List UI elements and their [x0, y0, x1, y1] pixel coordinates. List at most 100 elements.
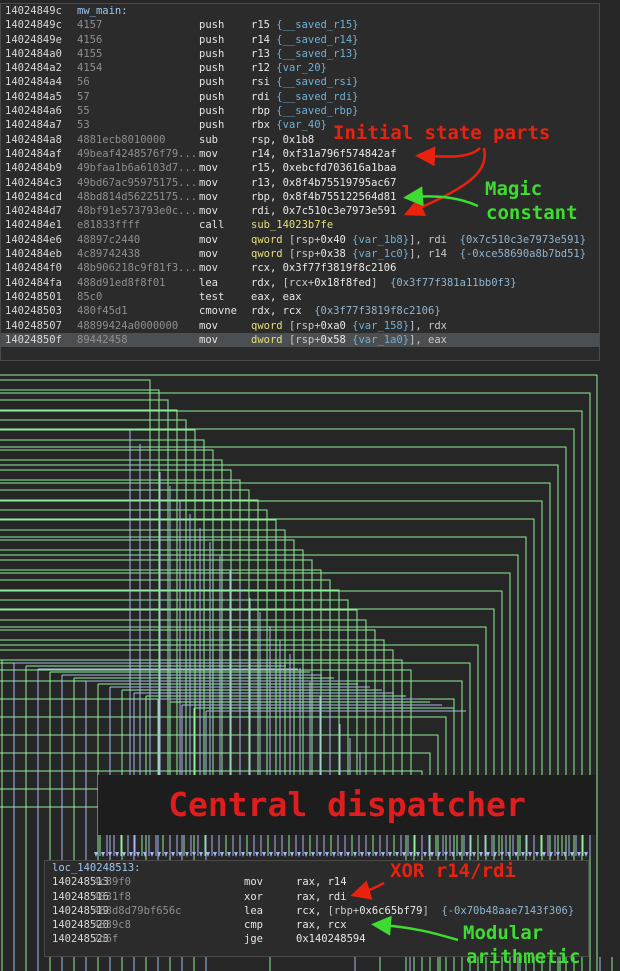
instruction-mnemonic[interactable]: push	[199, 75, 224, 89]
instruction-mnemonic[interactable]: mov	[244, 875, 263, 889]
operand-token[interactable]: {0x3f77f3819f8c2106}	[314, 305, 440, 317]
operand-token[interactable]: [rcx+	[283, 277, 315, 289]
instruction-operands[interactable]: rax, rdi	[296, 890, 347, 904]
instruction-mnemonic[interactable]: push	[199, 47, 224, 61]
operand-token[interactable]: [rbp+	[328, 905, 360, 917]
disasm-line[interactable]: 1402484b9 49bfaa1b6a6103d7... mov r15, 0xeb…	[1, 161, 599, 175]
instruction-operands[interactable]: r13 {__saved_r13}	[251, 47, 358, 61]
operand-token[interactable]: dword	[251, 334, 289, 346]
disasm-line[interactable]: 1402484a5 57 push rdi {__saved_rdi}	[1, 90, 599, 104]
instruction-operands[interactable]: rcx, 0x3f77f3819f8c2106	[251, 261, 396, 275]
operand-token[interactable]: rdx,	[251, 277, 283, 289]
instruction-address[interactable]: 1402484eb	[5, 247, 62, 261]
operand-token[interactable]: 0x1b8	[283, 134, 315, 146]
operand-token[interactable]: 0x6c65bf79	[359, 905, 422, 917]
disasm-line[interactable]: 1402484a2 4154 push r12 {var_20}	[1, 61, 599, 75]
instruction-mnemonic[interactable]: push	[199, 90, 224, 104]
instruction-operands[interactable]: rdx, [rcx+0x18f8fed] {0x3f77f381a11bb0f3…	[251, 276, 517, 290]
instruction-address[interactable]: 1402484a7	[5, 118, 62, 132]
instruction-address[interactable]: 140248501	[5, 290, 62, 304]
operand-token[interactable]: {0x7c510c3e7973e591}	[460, 234, 586, 246]
operand-token[interactable]: rdx, rcx	[251, 305, 314, 317]
disasm-line[interactable]: 140248503 480f45d1 cmovne rdx, rcx {0x3f77f…	[1, 304, 599, 318]
operand-token[interactable]: rax, rcx	[296, 919, 347, 931]
operand-token[interactable]: eax, eax	[251, 291, 302, 303]
disasm-line[interactable]: 1402484a4 56 push rsi {__saved_rsi}	[1, 75, 599, 89]
instruction-operands[interactable]: rsi {__saved_rsi}	[251, 75, 358, 89]
operand-token[interactable]: {__saved_r14}	[276, 34, 358, 46]
instruction-mnemonic[interactable]: push	[199, 18, 224, 32]
instruction-mnemonic[interactable]: mov	[199, 204, 218, 218]
disasm-line[interactable]: 140248519 488d8d79bf656c lea rcx, [rbp+0x6c…	[45, 904, 588, 918]
instruction-address[interactable]: 1402484af	[5, 147, 62, 161]
operand-token[interactable]: r13	[251, 48, 276, 60]
operand-token[interactable]: {var_40}	[276, 119, 327, 131]
instruction-address[interactable]: 1402484f0	[5, 261, 62, 275]
operand-token[interactable]: rcx,	[251, 262, 283, 274]
instruction-operands[interactable]: r15, 0xebcfd703616a1baa	[251, 161, 396, 175]
operand-token[interactable]: 0x58	[321, 334, 353, 346]
instruction-operands[interactable]: qword [rsp+0xa0 {var_158}], rdx	[251, 319, 447, 333]
disasm-line[interactable]: 14024849c 4157 push r15 {__saved_r15}	[1, 18, 599, 32]
disasm-line[interactable]: 1402484eb 4c89742438 mov qword [rsp+0x38 {v…	[1, 247, 599, 261]
instruction-address[interactable]: 1402484a0	[5, 47, 62, 61]
instruction-operands[interactable]: rdx, rcx {0x3f77f3819f8c2106}	[251, 304, 441, 318]
instruction-address[interactable]: 14024850f	[5, 333, 62, 347]
instruction-operands[interactable]: rax, r14	[296, 875, 347, 889]
instruction-address[interactable]: 14024849c	[5, 4, 62, 18]
operand-token[interactable]: 0x8f4b755122564d81	[283, 191, 397, 203]
operand-token[interactable]: {var_1a0}	[352, 334, 409, 346]
instruction-mnemonic[interactable]: lea	[244, 904, 263, 918]
instruction-mnemonic[interactable]: push	[199, 61, 224, 75]
operand-token[interactable]: {__saved_r15}	[276, 19, 358, 31]
instruction-mnemonic[interactable]: mov	[199, 233, 218, 247]
operand-token[interactable]: 0x18f8fed	[314, 277, 371, 289]
operand-token[interactable]: 0x38	[321, 248, 353, 260]
operand-token[interactable]: rax, rdi	[296, 891, 347, 903]
operand-token[interactable]: {0x3f77f381a11bb0f3}	[390, 277, 516, 289]
operand-token[interactable]: r14	[251, 34, 276, 46]
operand-token[interactable]: r13,	[251, 177, 283, 189]
instruction-mnemonic[interactable]: push	[199, 104, 224, 118]
operand-token[interactable]: 0xebcfd703616a1baa	[283, 162, 397, 174]
instruction-operands[interactable]: rcx, [rbp+0x6c65bf79] {-0x70b48aae7143f3…	[296, 904, 574, 918]
operand-token[interactable]: {__saved_rbp}	[276, 105, 358, 117]
disasm-line[interactable]: 14024849c mw_main:	[1, 4, 599, 18]
operand-token[interactable]: ]	[371, 277, 390, 289]
instruction-address[interactable]: 1402484b9	[5, 161, 62, 175]
instruction-mnemonic[interactable]: cmovne	[199, 304, 237, 318]
instruction-mnemonic[interactable]: cmp	[244, 918, 263, 932]
disasm-line[interactable]: 1402484a0 4155 push r13 {__saved_r13}	[1, 47, 599, 61]
operand-token[interactable]: rsp,	[251, 134, 283, 146]
instruction-address[interactable]: 1402484c3	[5, 176, 62, 190]
instruction-address[interactable]: 1402484d7	[5, 204, 62, 218]
operand-token[interactable]: 0xf31a796f574842af	[283, 148, 397, 160]
operand-token[interactable]: [rsp+	[289, 248, 321, 260]
operand-token[interactable]: rdi	[251, 91, 276, 103]
operand-token[interactable]: {-0xce58690a8b7bd51}	[460, 248, 586, 260]
operand-token[interactable]: ], rdx	[409, 320, 447, 332]
instruction-operands[interactable]: rdi {__saved_rdi}	[251, 90, 358, 104]
instruction-address[interactable]: 1402484fa	[5, 276, 62, 290]
operand-token[interactable]: [rsp+	[289, 320, 321, 332]
operand-token[interactable]: rdi,	[251, 205, 283, 217]
instruction-mnemonic[interactable]: lea	[199, 276, 218, 290]
operand-token[interactable]: r14,	[251, 148, 283, 160]
instruction-operands[interactable]: rsp, 0x1b8	[251, 133, 314, 147]
instruction-address[interactable]: 1402484e1	[5, 218, 62, 232]
instruction-address[interactable]: 14024849c	[5, 18, 62, 32]
instruction-address[interactable]: 1402484a2	[5, 61, 62, 75]
instruction-operands[interactable]: rbp {__saved_rbp}	[251, 104, 358, 118]
instruction-address[interactable]: 1402484a5	[5, 90, 62, 104]
operand-token[interactable]: 0x8f4b75519795ac67	[283, 177, 397, 189]
operand-token[interactable]: rbx	[251, 119, 276, 131]
disasm-line[interactable]: 1402484a6 55 push rbp {__saved_rbp}	[1, 104, 599, 118]
instruction-address[interactable]: 1402484a6	[5, 104, 62, 118]
instruction-mnemonic[interactable]: mov	[199, 333, 218, 347]
disasm-line[interactable]: 1402484af 49beaf4248576f79... mov r14, 0xf3…	[1, 147, 599, 161]
instruction-operands[interactable]: qword [rsp+0x40 {var_1b8}], rdi {0x7c510…	[251, 233, 586, 247]
instruction-address[interactable]: 1402484a4	[5, 75, 62, 89]
instruction-mnemonic[interactable]: jge	[244, 932, 263, 946]
operand-token[interactable]: 0x7c510c3e7973e591	[283, 205, 397, 217]
instruction-operands[interactable]: eax, eax	[251, 290, 302, 304]
